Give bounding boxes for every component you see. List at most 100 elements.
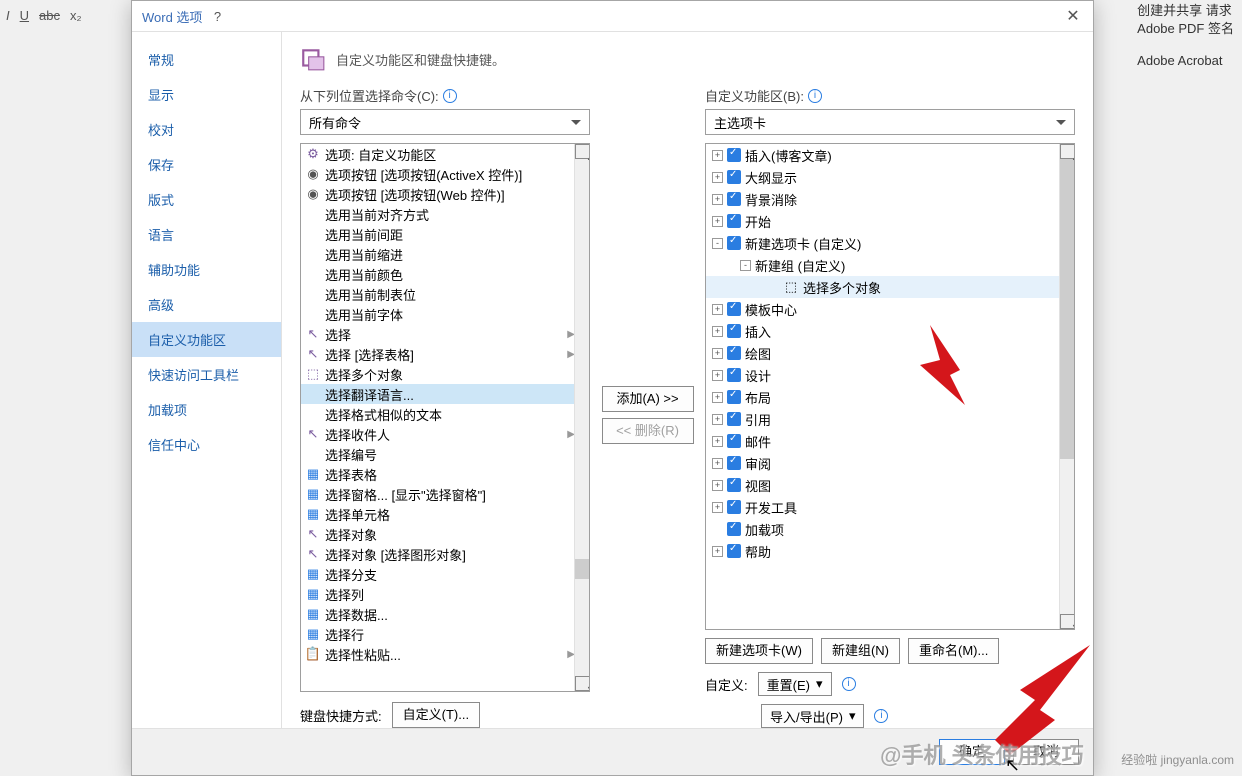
checkbox-icon[interactable]: [727, 148, 741, 162]
command-item[interactable]: ▦选择数据...: [301, 604, 589, 624]
sidenav-item-2[interactable]: 校对: [132, 112, 281, 147]
scroll-down-icon[interactable]: ▼: [1060, 614, 1075, 629]
command-item[interactable]: 选择格式相似的文本: [301, 404, 589, 424]
expand-icon[interactable]: +: [712, 458, 723, 469]
checkbox-icon[interactable]: [727, 324, 741, 338]
sidenav-item-0[interactable]: 常规: [132, 42, 281, 77]
checkbox-icon[interactable]: [727, 368, 741, 382]
info-icon[interactable]: i: [842, 677, 856, 691]
expand-icon[interactable]: +: [712, 436, 723, 447]
expand-icon[interactable]: +: [712, 480, 723, 491]
tree-item[interactable]: +开发工具: [706, 496, 1074, 518]
ribbon-tree[interactable]: +插入(博客文章)+大纲显示+背景消除+开始-新建选项卡 (自定义)-新建组 (…: [705, 143, 1075, 630]
tree-item[interactable]: +插入(博客文章): [706, 144, 1074, 166]
collapse-icon[interactable]: -: [740, 260, 751, 271]
command-item[interactable]: 选用当前对齐方式: [301, 204, 589, 224]
checkbox-icon[interactable]: [727, 192, 741, 206]
tree-item[interactable]: +布局: [706, 386, 1074, 408]
expand-icon[interactable]: +: [712, 392, 723, 403]
rename-button[interactable]: 重命名(M)...: [908, 638, 999, 664]
command-item[interactable]: ▦选择分支: [301, 564, 589, 584]
command-item[interactable]: ▦选择列: [301, 584, 589, 604]
sidenav-item-8[interactable]: 自定义功能区: [132, 322, 281, 357]
command-item[interactable]: 选择翻译语言...: [301, 384, 589, 404]
sidenav-item-10[interactable]: 加载项: [132, 392, 281, 427]
command-item[interactable]: ▦选择表格: [301, 464, 589, 484]
sidenav-item-3[interactable]: 保存: [132, 147, 281, 182]
command-item[interactable]: ↖选择收件人▶: [301, 424, 589, 444]
tree-item[interactable]: +大纲显示: [706, 166, 1074, 188]
tree-item[interactable]: +背景消除: [706, 188, 1074, 210]
info-icon[interactable]: i: [443, 89, 457, 103]
command-item[interactable]: ↖选择对象 [选择图形对象]: [301, 544, 589, 564]
command-item[interactable]: 选用当前颜色: [301, 264, 589, 284]
import-export-dropdown[interactable]: 导入/导出(P)▾: [761, 704, 864, 728]
expand-icon[interactable]: +: [712, 414, 723, 425]
subscript-icon[interactable]: x₂: [70, 8, 82, 23]
command-item[interactable]: ⚙选项: 自定义功能区: [301, 144, 589, 164]
checkbox-icon[interactable]: [727, 544, 741, 558]
info-icon[interactable]: i: [874, 709, 888, 723]
expand-icon[interactable]: +: [712, 326, 723, 337]
tree-item[interactable]: +插入: [706, 320, 1074, 342]
tree-item[interactable]: -新建组 (自定义): [706, 254, 1074, 276]
reset-dropdown[interactable]: 重置(E)▾: [758, 672, 832, 696]
keyboard-customize-button[interactable]: 自定义(T)...: [392, 702, 480, 728]
tree-item[interactable]: +审阅: [706, 452, 1074, 474]
checkbox-icon[interactable]: [727, 500, 741, 514]
command-item[interactable]: ⬚选择多个对象: [301, 364, 589, 384]
tree-item[interactable]: +帮助: [706, 540, 1074, 562]
add-button[interactable]: 添加(A) >>: [602, 386, 694, 412]
command-item[interactable]: ↖选择▶: [301, 324, 589, 344]
sidenav-item-5[interactable]: 语言: [132, 217, 281, 252]
scroll-down-icon[interactable]: ▼: [575, 676, 590, 691]
underline-icon[interactable]: U: [20, 8, 29, 23]
command-item[interactable]: 📋选择性粘贴...▶: [301, 644, 589, 664]
checkbox-icon[interactable]: [727, 434, 741, 448]
tree-item[interactable]: +引用: [706, 408, 1074, 430]
tree-item[interactable]: ⬚选择多个对象: [706, 276, 1074, 298]
remove-button[interactable]: << 删除(R): [602, 418, 694, 444]
command-item[interactable]: ◉选项按钮 [选项按钮(ActiveX 控件)]: [301, 164, 589, 184]
checkbox-icon[interactable]: [727, 346, 741, 360]
command-item[interactable]: ↖选择对象: [301, 524, 589, 544]
command-item[interactable]: ▦选择窗格... [显示"选择窗格"]: [301, 484, 589, 504]
checkbox-icon[interactable]: [727, 412, 741, 426]
command-item[interactable]: ▦选择行: [301, 624, 589, 644]
new-tab-button[interactable]: 新建选项卡(W): [705, 638, 813, 664]
expand-icon[interactable]: +: [712, 304, 723, 315]
ribbon-dropdown[interactable]: 主选项卡: [705, 109, 1075, 135]
commands-listbox[interactable]: ⚙选项: 自定义功能区◉选项按钮 [选项按钮(ActiveX 控件)]◉选项按钮…: [300, 143, 590, 692]
checkbox-icon[interactable]: [727, 302, 741, 316]
scroll-up-icon[interactable]: ▲: [1060, 144, 1075, 159]
collapse-icon[interactable]: -: [712, 238, 723, 249]
commands-from-dropdown[interactable]: 所有命令: [300, 109, 590, 135]
strike-icon[interactable]: abc: [39, 8, 60, 23]
tree-item[interactable]: -新建选项卡 (自定义): [706, 232, 1074, 254]
command-item[interactable]: 选用当前字体: [301, 304, 589, 324]
command-item[interactable]: 选择编号: [301, 444, 589, 464]
checkbox-icon[interactable]: [727, 478, 741, 492]
expand-icon[interactable]: +: [712, 172, 723, 183]
sidenav-item-9[interactable]: 快速访问工具栏: [132, 357, 281, 392]
checkbox-icon[interactable]: [727, 236, 741, 250]
sidenav-item-11[interactable]: 信任中心: [132, 427, 281, 462]
command-item[interactable]: 选用当前间距: [301, 224, 589, 244]
sidenav-item-6[interactable]: 辅助功能: [132, 252, 281, 287]
expand-icon[interactable]: +: [712, 546, 723, 557]
sidenav-item-1[interactable]: 显示: [132, 77, 281, 112]
scroll-up-icon[interactable]: ▲: [575, 144, 590, 159]
expand-icon[interactable]: +: [712, 348, 723, 359]
scrollbar[interactable]: ▲ ▼: [574, 144, 589, 691]
info-icon[interactable]: i: [808, 89, 822, 103]
command-item[interactable]: ◉选项按钮 [选项按钮(Web 控件)]: [301, 184, 589, 204]
tree-item[interactable]: +绘图: [706, 342, 1074, 364]
checkbox-icon[interactable]: [727, 170, 741, 184]
checkbox-icon[interactable]: [727, 390, 741, 404]
checkbox-icon[interactable]: [727, 522, 741, 536]
expand-icon[interactable]: +: [712, 194, 723, 205]
tree-item[interactable]: +邮件: [706, 430, 1074, 452]
tree-item[interactable]: 加载项: [706, 518, 1074, 540]
expand-icon[interactable]: +: [712, 150, 723, 161]
command-item[interactable]: ▦选择单元格: [301, 504, 589, 524]
